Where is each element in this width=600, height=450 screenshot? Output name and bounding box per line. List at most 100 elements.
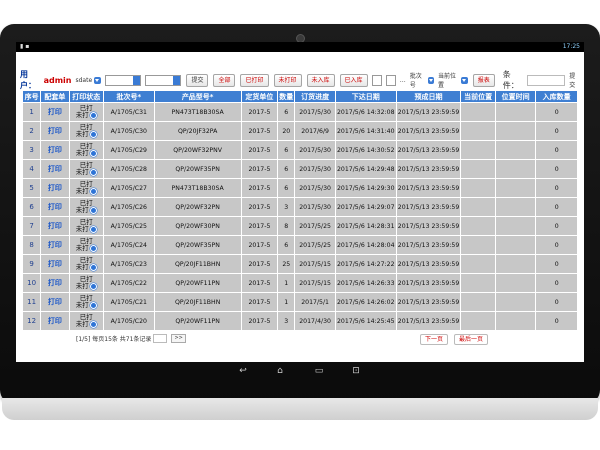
- all-button[interactable]: 全部: [213, 73, 236, 87]
- cell-location: [460, 292, 496, 312]
- cell-location-time: [494, 273, 537, 293]
- date-field-select[interactable]: sdate: [75, 76, 102, 84]
- user-label: 用户：: [20, 70, 36, 90]
- radio-icon[interactable]: [89, 264, 97, 271]
- printed-button[interactable]: 已打印: [240, 73, 269, 87]
- header-stored-qty[interactable]: 入库数量: [535, 90, 578, 103]
- cell-due-date: 2017/5/13 23:59:59: [395, 273, 462, 293]
- print-link[interactable]: 打印: [48, 260, 62, 268]
- radio-icon[interactable]: [89, 321, 97, 328]
- header-issue-date[interactable]: 下达日期: [334, 90, 397, 103]
- home-icon[interactable]: ⌂: [273, 366, 287, 376]
- table-row: 5 打印 已打 未打 A/1705/C27 PN473T18B30SA 2017-5 6 201…: [21, 178, 578, 198]
- cell-unit: 2017-5: [240, 292, 279, 312]
- radio-icon[interactable]: [89, 188, 97, 195]
- screenshot-icon[interactable]: ⊡: [349, 366, 363, 376]
- header-location[interactable]: 当前位置: [460, 90, 496, 103]
- start-date-input[interactable]: [105, 74, 142, 86]
- cell-qty: 6: [277, 159, 296, 179]
- header-batch[interactable]: 批次号*: [102, 90, 155, 103]
- cell-progress: 2017/5/30: [294, 102, 336, 122]
- cell-issue-date: 2017/5/6 14:29:48: [334, 159, 397, 179]
- radio-icon[interactable]: [89, 131, 97, 138]
- cell-model: QP/20WF35PN: [153, 159, 242, 179]
- print-link[interactable]: 打印: [48, 222, 62, 230]
- cell-progress: 2017/5/15: [294, 254, 336, 274]
- radio-icon[interactable]: [89, 150, 97, 157]
- radio-icon[interactable]: [89, 207, 97, 214]
- print-link[interactable]: 打印: [48, 165, 62, 173]
- condition-input[interactable]: [527, 74, 566, 86]
- cell-location: [460, 311, 496, 331]
- cell-issue-date: 2017/5/6 14:29:30: [334, 178, 397, 198]
- cell-location-time: [494, 121, 537, 141]
- go-page-button[interactable]: >>: [171, 334, 186, 343]
- condition-submit-button[interactable]: 提交: [569, 71, 580, 89]
- print-link[interactable]: 打印: [48, 108, 62, 116]
- cell-location-time: [494, 197, 537, 217]
- location-select[interactable]: 当前位置: [438, 71, 468, 89]
- print-link[interactable]: 打印: [48, 298, 62, 306]
- next-page-button[interactable]: 下一页: [420, 334, 449, 345]
- cell-seq: 2: [21, 121, 42, 141]
- cell-stored-qty: 0: [535, 292, 578, 312]
- status-unprinted-label: 未打: [75, 320, 89, 328]
- cell-stored-qty: 0: [535, 254, 578, 274]
- batch-select[interactable]: 批次号: [410, 71, 435, 89]
- radio-icon[interactable]: [89, 169, 97, 176]
- cell-qty: 6: [277, 102, 296, 122]
- print-link[interactable]: 打印: [48, 203, 62, 211]
- radio-icon[interactable]: [89, 245, 97, 252]
- cell-issue-date: 2017/5/6 14:32:08: [334, 102, 397, 122]
- notification-icon: ▮ ▪: [20, 43, 30, 50]
- radio-icon[interactable]: [89, 226, 97, 233]
- print-link[interactable]: 打印: [48, 317, 62, 325]
- report-button[interactable]: 报表: [472, 73, 495, 87]
- print-link[interactable]: 打印: [48, 279, 62, 287]
- toolbar: 用户： admin sdate 提交 全部 已打印 未打印 未入库 已入库 … …: [20, 70, 580, 90]
- back-icon[interactable]: ↩: [236, 366, 250, 376]
- radio-icon[interactable]: [89, 302, 97, 309]
- print-link[interactable]: 打印: [48, 184, 62, 192]
- header-due-date[interactable]: 预成日期: [395, 90, 462, 103]
- calendar-dropdown-icon: [173, 75, 181, 85]
- print-link[interactable]: 打印: [48, 241, 62, 249]
- status-time: 17:25: [562, 43, 580, 50]
- header-model[interactable]: 产品型号*: [153, 90, 242, 103]
- page-number-input[interactable]: [153, 334, 168, 343]
- header-progress[interactable]: 订货进度: [294, 90, 336, 103]
- unprinted-button[interactable]: 未打印: [273, 73, 302, 87]
- header-location-time[interactable]: 位置时间: [494, 90, 537, 103]
- stored-button[interactable]: 已入库: [339, 73, 368, 87]
- header-unit[interactable]: 定货单位: [240, 90, 279, 103]
- radio-icon[interactable]: [89, 283, 97, 290]
- print-link[interactable]: 打印: [48, 127, 62, 135]
- order-table: 序号 配套单 打印状态 批次号* 产品型号* 定货单位 数量 订货进度 下达日期…: [21, 90, 578, 331]
- filter-input-1[interactable]: [371, 74, 382, 86]
- header-print-status[interactable]: 打印状态: [68, 90, 104, 103]
- table-row: 2 打印 已打 未打 A/1705/C30 QP/20JF32PA 2017-5 20 2017…: [21, 121, 578, 141]
- cell-progress: 2017/5/1: [294, 292, 336, 312]
- submit-button[interactable]: 提交: [186, 73, 209, 87]
- not-stored-button[interactable]: 未入库: [306, 73, 335, 87]
- cell-due-date: 2017/5/13 23:59:59: [395, 197, 462, 217]
- cell-progress: 2017/5/25: [294, 235, 336, 255]
- end-date-input[interactable]: [145, 74, 182, 86]
- print-status: 已打 未打: [70, 257, 102, 271]
- recent-apps-icon[interactable]: ▭: [312, 366, 326, 376]
- last-page-button[interactable]: 最后一页: [454, 334, 489, 345]
- header-seq[interactable]: 序号: [21, 90, 42, 103]
- cell-issue-date: 2017/5/6 14:26:33: [334, 273, 397, 293]
- cell-location: [460, 140, 496, 160]
- header-qty[interactable]: 数量: [277, 90, 296, 103]
- status-unprinted-label: 未打: [75, 130, 89, 138]
- radio-icon[interactable]: [89, 112, 97, 119]
- cell-seq: 6: [21, 197, 42, 217]
- table-row: 12 打印 已打 未打 A/1705/C20 QP/20WF11PN 2017-5 3 2017…: [21, 311, 578, 331]
- filter-input-2[interactable]: [385, 74, 396, 86]
- print-link[interactable]: 打印: [48, 146, 62, 154]
- print-status: 已打 未打: [70, 200, 102, 214]
- header-kit[interactable]: 配套单: [40, 90, 70, 103]
- cell-qty: 8: [277, 216, 296, 236]
- chevron-down-icon: [461, 76, 468, 84]
